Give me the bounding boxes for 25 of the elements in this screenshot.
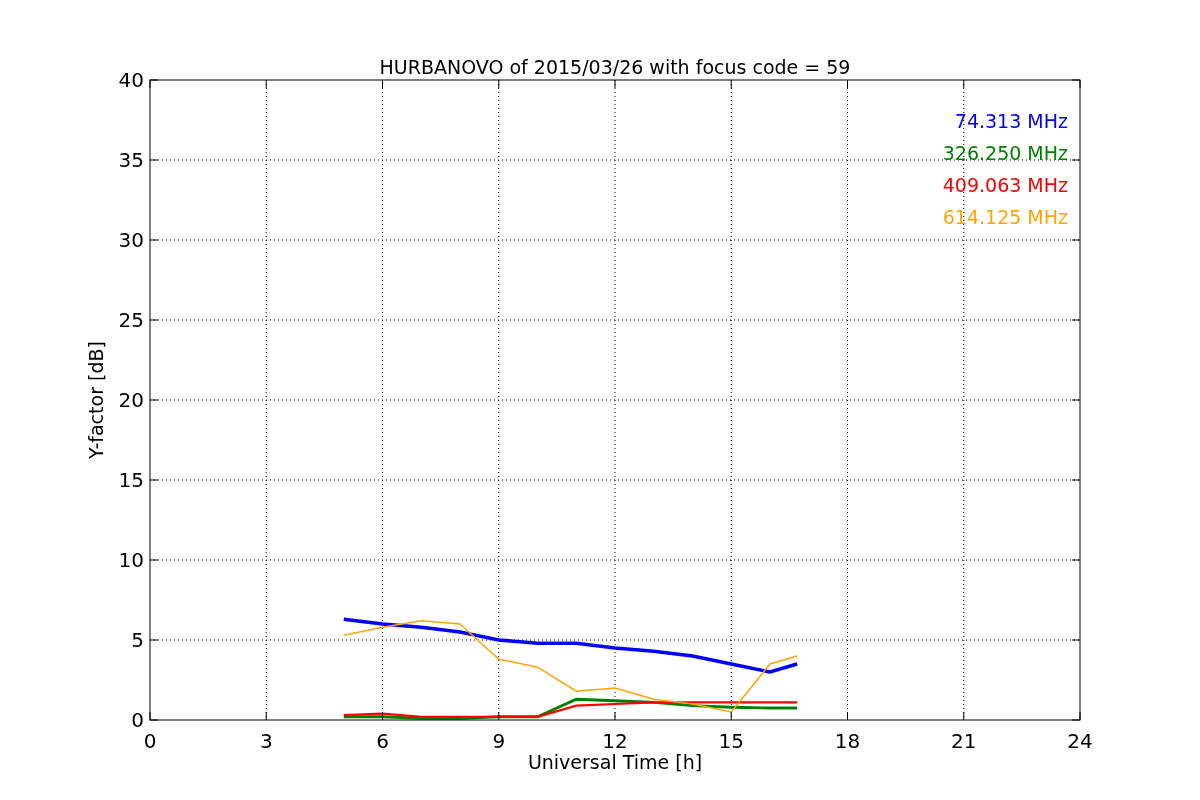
y-tick-label: 40 (118, 68, 144, 92)
x-tick-label: 15 (718, 729, 744, 753)
legend-label: 614.125 MHz (942, 206, 1068, 228)
x-tick-label: 18 (834, 729, 861, 753)
x-tick-label: 3 (259, 729, 273, 753)
legend-label: 74.313 MHz (954, 110, 1068, 132)
x-tick-label: 12 (602, 729, 628, 753)
y-tick-label: 10 (118, 548, 144, 572)
y-tick-label: 5 (131, 628, 144, 652)
x-tick-label: 9 (492, 729, 506, 753)
y-tick-label: 25 (118, 308, 144, 332)
x-tick-label: 0 (143, 729, 157, 753)
x-tick-label: 24 (1067, 729, 1093, 753)
y-tick-label: 30 (118, 228, 144, 252)
x-tick-label: 21 (951, 729, 977, 753)
y-tick-label: 35 (118, 148, 144, 172)
x-axis-label: Universal Time [h] (527, 751, 703, 773)
chart-title: HURBANOVO of 2015/03/26 with focus code = 59 (379, 56, 851, 78)
y-tick-label: 0 (131, 708, 144, 732)
x-tick-label: 6 (376, 729, 389, 753)
legend-label: 326.250 MHz (942, 142, 1068, 164)
legend-label: 409.063 MHz (942, 174, 1068, 196)
y-tick-label: 20 (118, 388, 144, 412)
y-axis-label: Y-factor [dB] (85, 341, 107, 459)
y-tick-label: 15 (118, 468, 144, 492)
